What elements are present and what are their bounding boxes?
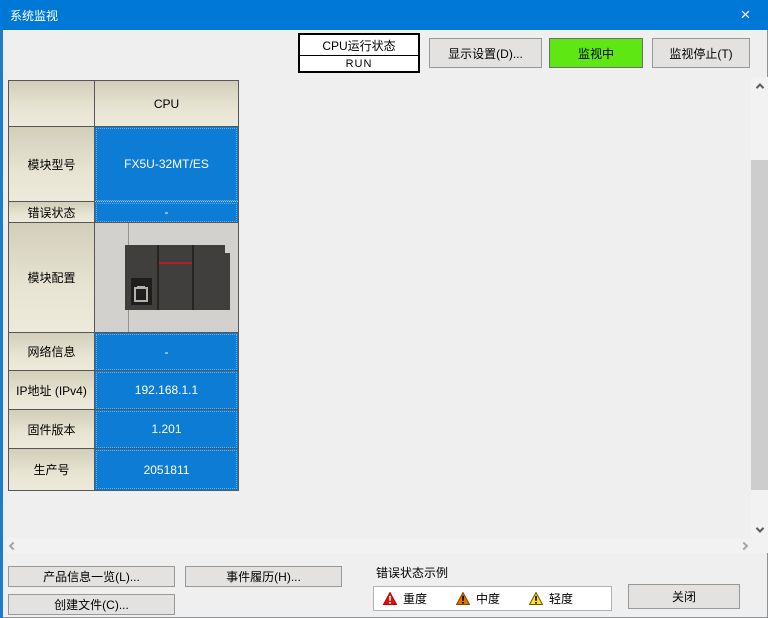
- row-label: 错误状态: [9, 202, 95, 223]
- monitoring-status-button[interactable]: 监视中: [549, 38, 643, 68]
- scrollbar-up-icon[interactable]: [751, 77, 768, 94]
- create-file-button[interactable]: 创建文件(C)...: [8, 594, 175, 615]
- display-settings-button[interactable]: 显示设置(D)...: [429, 38, 542, 68]
- medium-error-icon: [456, 592, 470, 605]
- vertical-scrollbar-thumb[interactable]: [751, 160, 768, 490]
- titlebar[interactable]: 系统监视 ×: [0, 0, 768, 30]
- serial-number-value[interactable]: 2051811: [95, 449, 238, 490]
- column-header-cpu[interactable]: CPU: [95, 81, 238, 127]
- scrollbar-corner: [751, 538, 768, 553]
- table-row: 固件版本 1.201: [9, 410, 238, 449]
- window-title: 系统监视: [0, 7, 723, 24]
- monitor-stop-button[interactable]: 监视停止(T): [652, 38, 750, 68]
- error-legend-box: 重度 中度 轻度: [373, 586, 612, 611]
- legend-item-minor: 轻度: [529, 590, 602, 607]
- header-corner-cell: [9, 81, 95, 127]
- network-info-value[interactable]: -: [95, 333, 238, 371]
- window-left-edge: [0, 30, 3, 618]
- cpu-run-status-label: CPU运行状态: [300, 35, 418, 56]
- ip-address-value[interactable]: 192.168.1.1: [95, 371, 238, 410]
- product-info-list-button[interactable]: 产品信息一览(L)...: [8, 566, 175, 587]
- legend-label: 中度: [476, 590, 500, 607]
- legend-label: 轻度: [549, 590, 573, 607]
- cpu-run-status-value: RUN: [300, 56, 418, 71]
- event-history-button[interactable]: 事件履历(H)...: [185, 566, 342, 587]
- close-icon[interactable]: ×: [723, 0, 768, 30]
- severe-error-icon: [383, 592, 397, 605]
- cpu-run-status-box: CPU运行状态 RUN: [298, 33, 420, 73]
- module-configuration-image[interactable]: [95, 223, 238, 333]
- row-label: 固件版本: [9, 410, 95, 449]
- table-row: IP地址 (IPv4) 192.168.1.1: [9, 371, 238, 410]
- error-status-value[interactable]: -: [95, 202, 238, 223]
- plc-divider: [157, 245, 159, 310]
- row-label: 模块型号: [9, 127, 95, 202]
- table-row: 模块型号 FX5U-32MT/ES: [9, 127, 238, 202]
- horizontal-scrollbar[interactable]: [5, 538, 751, 553]
- module-info-table: CPU 模块型号 FX5U-32MT/ES 错误状态 - 模块配置: [8, 80, 239, 491]
- scrollbar-down-icon[interactable]: [751, 521, 768, 538]
- legend-label: 重度: [403, 590, 427, 607]
- scrollbar-left-icon[interactable]: [5, 538, 20, 553]
- row-label: IP地址 (IPv4): [9, 371, 95, 410]
- row-label: 生产号: [9, 449, 95, 490]
- plc-unit-image: [125, 245, 230, 310]
- plc-divider: [192, 245, 194, 310]
- system-monitor-dialog: 系统监视 × CPU运行状态 RUN 显示设置(D)... 监视中 监视停止(T…: [0, 0, 768, 618]
- row-label: 模块配置: [9, 223, 95, 333]
- table-row: 生产号 2051811: [9, 449, 238, 490]
- legend-item-severe: 重度: [383, 590, 456, 607]
- row-label: 网络信息: [9, 333, 95, 371]
- table-row: 网络信息 -: [9, 333, 238, 371]
- plc-red-stripe: [159, 262, 192, 264]
- module-model-value[interactable]: FX5U-32MT/ES: [95, 127, 238, 202]
- legend-item-medium: 中度: [456, 590, 529, 607]
- table-header-row: CPU: [9, 81, 238, 127]
- scrollbar-right-icon[interactable]: [736, 538, 751, 553]
- error-legend-title: 错误状态示例: [376, 564, 448, 581]
- firmware-version-value[interactable]: 1.201: [95, 410, 238, 449]
- table-row: 模块配置: [9, 223, 238, 333]
- ethernet-port-icon: [131, 278, 152, 305]
- close-dialog-button[interactable]: 关闭: [628, 584, 740, 609]
- vertical-scrollbar[interactable]: [751, 77, 768, 538]
- plc-corner-notch: [225, 245, 230, 253]
- table-row: 错误状态 -: [9, 202, 238, 223]
- minor-error-icon: [529, 592, 543, 605]
